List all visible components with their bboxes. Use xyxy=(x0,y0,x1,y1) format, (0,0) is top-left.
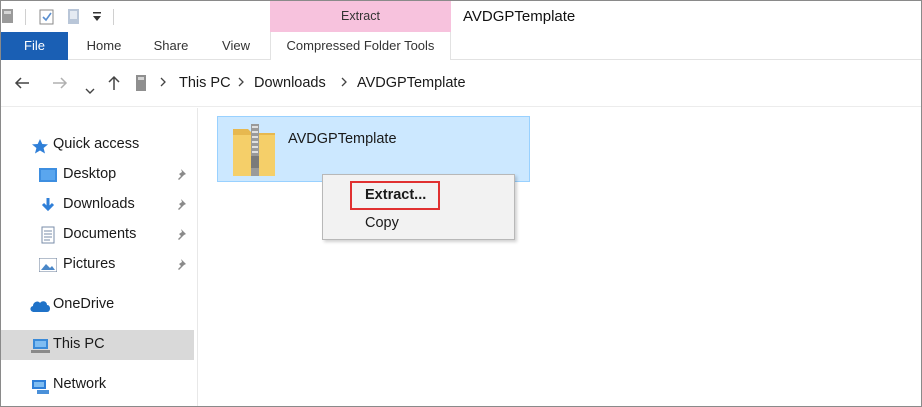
sidebar-item-downloads[interactable]: Downloads xyxy=(1,190,194,220)
window-title: AVDGPTemplate xyxy=(463,8,576,25)
download-icon xyxy=(41,198,55,217)
properties-icon[interactable] xyxy=(39,9,55,28)
recent-locations-chevron-icon[interactable] xyxy=(85,79,95,100)
qat-divider xyxy=(25,9,26,25)
window-icon xyxy=(1,7,15,28)
pin-icon[interactable] xyxy=(176,258,188,275)
up-arrow-icon[interactable] xyxy=(105,74,123,97)
breadcrumb-separator-icon xyxy=(340,75,348,92)
sidebar-item-this-pc[interactable]: This PC xyxy=(1,330,194,360)
sidebar-item-documents[interactable]: Documents xyxy=(1,220,194,250)
cloud-icon xyxy=(29,299,51,316)
sidebar-item-label: Downloads xyxy=(63,196,135,212)
sidebar-item-label: Network xyxy=(53,376,107,392)
menu-item-extract[interactable]: Extract... xyxy=(365,187,426,203)
breadcrumb-this-pc[interactable]: This PC xyxy=(179,75,231,91)
breadcrumb-separator-icon xyxy=(159,75,167,92)
menu-item-copy[interactable]: Copy xyxy=(365,215,399,231)
tab-home[interactable]: Home xyxy=(77,32,131,60)
navigation-bar: This PC Downloads AVDGPTemplate xyxy=(1,61,921,107)
pin-icon[interactable] xyxy=(176,168,188,185)
customize-qat-chevron-icon[interactable] xyxy=(92,10,102,26)
forward-arrow-icon[interactable] xyxy=(51,74,69,97)
sidebar-item-label: OneDrive xyxy=(53,296,115,312)
breadcrumb-separator-icon xyxy=(237,75,245,92)
network-icon xyxy=(31,377,51,398)
file-item-avdgptemplate[interactable]: AVDGPTemplate xyxy=(217,116,530,182)
file-name: AVDGPTemplate xyxy=(288,131,397,147)
pictures-icon xyxy=(38,257,58,275)
tab-compressed-folder-tools[interactable]: Compressed Folder Tools xyxy=(270,32,451,60)
navigation-pane: Quick access Desktop Downloads Documents… xyxy=(1,108,198,406)
computer-icon xyxy=(31,338,51,357)
ribbon-tabs: File Home Share View Compressed Folder T… xyxy=(1,32,921,60)
extract-tab-group-header: Extract xyxy=(270,1,451,32)
title-bar: Extract AVDGPTemplate xyxy=(1,1,921,32)
sidebar-item-onedrive[interactable]: OneDrive xyxy=(1,290,194,320)
sidebar-item-desktop[interactable]: Desktop xyxy=(1,160,194,190)
pin-icon[interactable] xyxy=(176,198,188,215)
tab-share[interactable]: Share xyxy=(144,32,198,60)
qat-divider xyxy=(113,9,114,25)
desktop-icon xyxy=(39,168,57,185)
sidebar-item-label: Pictures xyxy=(63,256,116,272)
computer-location-icon xyxy=(135,73,149,98)
tab-file[interactable]: File xyxy=(1,32,68,60)
new-folder-icon[interactable] xyxy=(67,9,81,28)
sidebar-item-pictures[interactable]: Pictures xyxy=(1,250,194,280)
documents-icon xyxy=(41,226,55,247)
back-arrow-icon[interactable] xyxy=(13,74,31,97)
sidebar-item-label: Documents xyxy=(63,226,137,242)
star-icon xyxy=(31,138,49,157)
sidebar-item-label: Quick access xyxy=(53,136,140,152)
breadcrumb-avdgptemplate[interactable]: AVDGPTemplate xyxy=(357,75,466,91)
file-explorer-window: Extract AVDGPTemplate File Home Share Vi… xyxy=(0,0,922,407)
sidebar-item-label: This PC xyxy=(53,336,105,352)
pin-icon[interactable] xyxy=(176,228,188,245)
sidebar-item-quick-access[interactable]: Quick access xyxy=(1,130,194,160)
zip-folder-icon xyxy=(232,123,276,180)
tab-view[interactable]: View xyxy=(211,32,261,60)
sidebar-item-network[interactable]: Network xyxy=(1,370,194,400)
sidebar-item-label: Desktop xyxy=(63,166,117,182)
address-field[interactable] xyxy=(129,69,921,99)
context-menu: Extract... Copy xyxy=(322,174,515,240)
breadcrumb-downloads[interactable]: Downloads xyxy=(254,75,326,91)
